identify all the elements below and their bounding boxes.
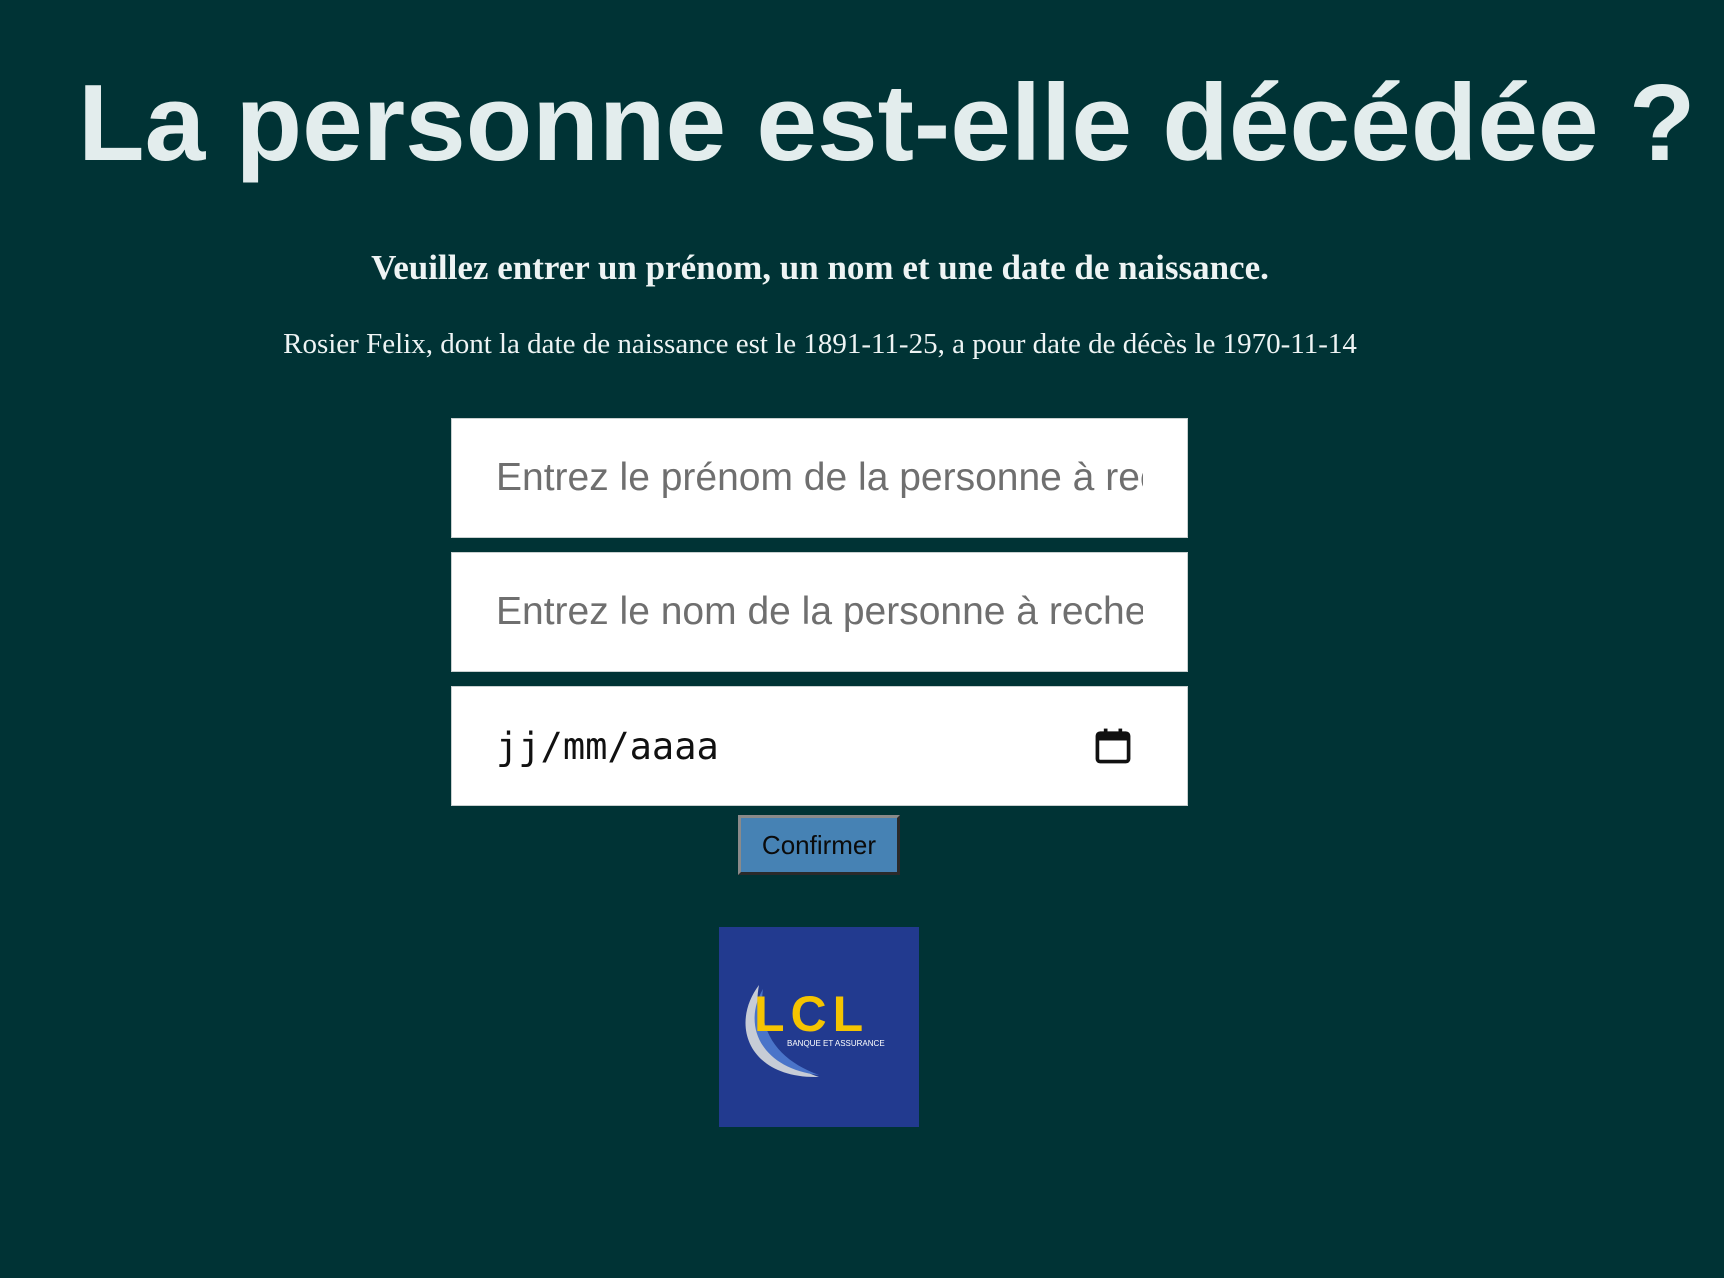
confirm-button[interactable]: Confirmer — [738, 815, 900, 875]
birth-date-field[interactable]: jj/mm/aaaa — [451, 686, 1188, 806]
lcl-logo-graphic: LCL BANQUE ET ASSURANCE — [745, 985, 885, 1078]
last-name-input[interactable] — [496, 590, 1143, 634]
svg-text:BANQUE ET ASSURANCE: BANQUE ET ASSURANCE — [787, 1039, 885, 1048]
result-message: Rosier Felix, dont la date de naissance … — [283, 328, 1357, 360]
first-name-field[interactable] — [451, 418, 1188, 538]
lcl-logo: LCL BANQUE ET ASSURANCE — [719, 927, 919, 1127]
first-name-input[interactable] — [496, 456, 1143, 500]
last-name-field[interactable] — [451, 552, 1188, 672]
svg-text:LCL: LCL — [754, 986, 869, 1042]
calendar-icon[interactable] — [1091, 724, 1135, 768]
birth-date-placeholder[interactable]: jj/mm/aaaa — [496, 725, 719, 768]
page-title: La personne est-elle décédée ? — [78, 62, 1696, 184]
instructions-text: Veuillez entrer un prénom, un nom et une… — [371, 248, 1269, 287]
